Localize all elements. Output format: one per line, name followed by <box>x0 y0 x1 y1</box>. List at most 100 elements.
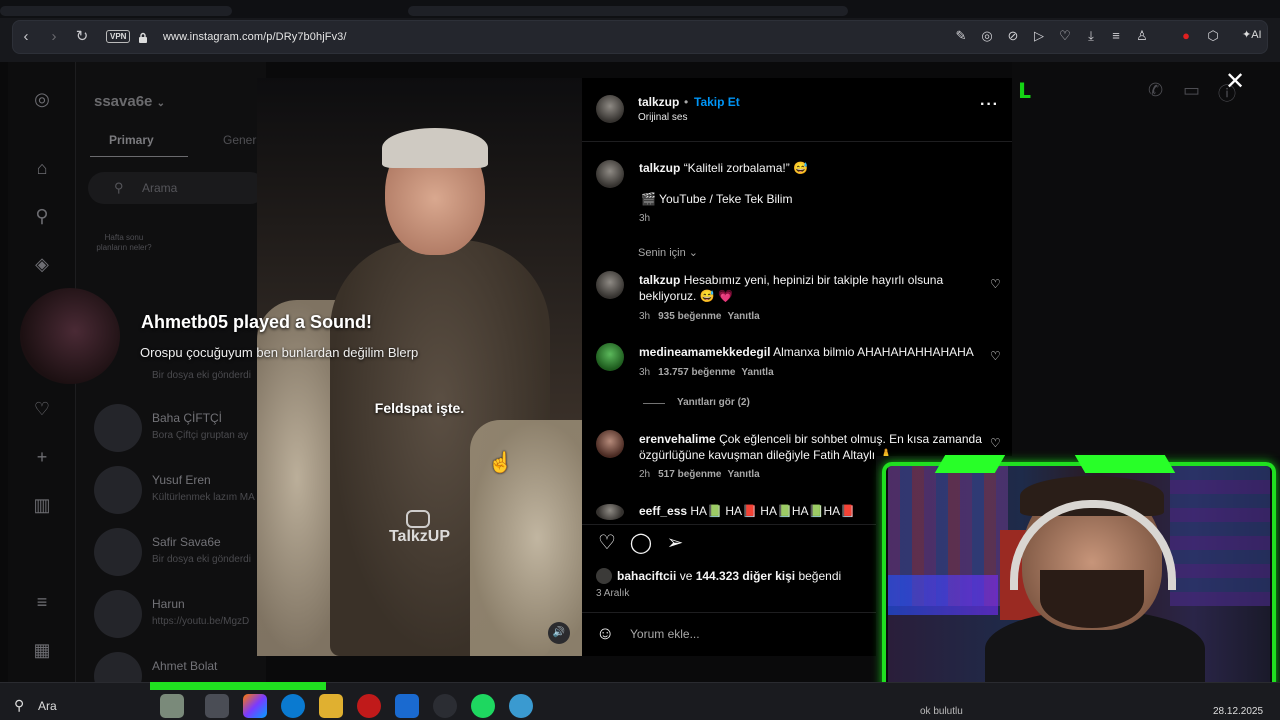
heart-icon[interactable]: ♡ <box>990 349 1001 363</box>
account-name[interactable]: ssava6e ⌄ <box>94 93 165 110</box>
app-icon[interactable] <box>509 694 533 718</box>
spotify-icon[interactable] <box>471 694 495 718</box>
likes-summary[interactable]: bahaciftcii ve 144.323 diğer kişi beğend… <box>617 569 841 583</box>
home-icon[interactable]: ⌂ <box>30 156 54 180</box>
video-watermark: TalkzUP <box>388 528 451 545</box>
dm-row[interactable]: Harun https://youtu.be/MgzD <box>90 588 270 642</box>
dm-message: Bir dosya eki gönderdi <box>152 554 251 565</box>
heart-icon[interactable]: ♡ <box>1057 28 1073 44</box>
back-icon[interactable]: ‹ <box>16 27 36 47</box>
dm-name: Safir Sava6e <box>152 535 221 549</box>
comment-username[interactable]: eeff_ess <box>639 504 687 518</box>
avatar[interactable] <box>596 430 624 458</box>
liked-by-mid: ve <box>676 569 696 583</box>
record-icon[interactable]: ● <box>1178 28 1194 44</box>
more-icon[interactable]: ··· <box>980 96 999 114</box>
avatar[interactable] <box>596 271 624 299</box>
reply-button[interactable]: Yanıtla <box>728 311 760 322</box>
search-icon[interactable]: ⚲ <box>14 697 24 714</box>
menu-icon[interactable]: ≡ <box>1108 28 1124 44</box>
liked-by-count[interactable]: 144.323 diğer kişi <box>696 569 795 583</box>
explore-icon[interactable]: ◈ <box>30 252 54 276</box>
comment-likes[interactable]: 13.757 beğenme <box>658 367 735 378</box>
close-icon[interactable]: ✕ <box>1225 70 1245 94</box>
extension-icon[interactable]: ⬡ <box>1205 28 1221 44</box>
follow-button[interactable]: Takip Et <box>694 95 740 109</box>
avatar <box>94 404 142 452</box>
avatar <box>94 590 142 638</box>
webcam-border <box>882 462 1276 696</box>
folder-icon[interactable] <box>319 694 343 718</box>
chevron-down-icon: ⌄ <box>688 247 698 259</box>
comment-likes[interactable]: 935 beğenme <box>658 311 721 322</box>
avatar[interactable] <box>596 504 624 520</box>
edge-icon[interactable] <box>281 694 305 718</box>
dashboard-icon[interactable]: ▥ <box>30 493 54 517</box>
reply-button[interactable]: Yanıtla <box>741 367 773 378</box>
browser-tab[interactable] <box>408 6 848 16</box>
instagram-logo-icon[interactable]: ◎ <box>30 87 54 111</box>
block-icon[interactable]: ⊘ <box>1005 28 1021 44</box>
comment-input[interactable]: Yorum ekle... <box>630 627 700 641</box>
video-call-icon[interactable]: ▭ <box>1183 80 1200 101</box>
avatar[interactable] <box>596 160 624 188</box>
webcam-frame-accent <box>1074 455 1176 473</box>
heart-icon[interactable]: ♡ <box>990 277 1001 291</box>
comment-likes[interactable]: 517 beğenme <box>658 469 721 480</box>
clock-date[interactable]: 28.12.2025 <box>1213 706 1263 717</box>
copilot-icon[interactable] <box>243 694 267 718</box>
sort-dropdown[interactable]: Senin için ⌄ <box>638 246 698 259</box>
ai-button[interactable]: ✦AI <box>1242 28 1262 41</box>
avatar <box>94 466 142 514</box>
reload-icon[interactable]: ↻ <box>72 27 92 47</box>
avatar[interactable] <box>596 343 624 371</box>
dm-name: Baha ÇİFTÇİ <box>152 411 223 425</box>
profile-icon[interactable]: ♙ <box>1134 28 1150 44</box>
account-name-label: ssava6e <box>94 93 153 110</box>
emoji-icon[interactable]: ☺ <box>596 623 614 644</box>
vpn-badge[interactable]: VPN <box>106 30 131 43</box>
weather-icon[interactable] <box>160 694 184 718</box>
opera-icon[interactable] <box>357 694 381 718</box>
share-icon[interactable]: ➢ <box>663 531 687 555</box>
post-header <box>582 78 1012 142</box>
task-view-icon[interactable] <box>205 694 229 718</box>
avatar[interactable] <box>596 95 624 123</box>
mail-icon[interactable] <box>395 694 419 718</box>
chatgpt-icon[interactable] <box>433 694 457 718</box>
search-icon[interactable]: ⚲ <box>30 204 54 228</box>
volume-icon[interactable]: 🔊 <box>548 622 570 644</box>
video-person-hair <box>382 128 488 168</box>
comment-username[interactable]: medineamamekkedegil <box>639 345 770 359</box>
caption-username[interactable]: talkzup <box>639 161 680 175</box>
tab-primary[interactable]: Primary <box>109 133 154 147</box>
more-menu-icon[interactable]: ≡ <box>30 590 54 614</box>
post-username[interactable]: talkzup <box>638 95 679 109</box>
notifications-heart-icon[interactable]: ♡ <box>30 397 54 421</box>
dm-row[interactable]: Baha ÇİFTÇİ Bora Çiftçi gruptan ay <box>90 402 270 456</box>
download-icon[interactable]: ⤓ <box>1083 28 1099 44</box>
dm-row[interactable]: Safir Sava6e Bir dosya eki gönderdi <box>90 526 270 580</box>
camera-icon[interactable]: ◎ <box>979 28 995 44</box>
audio-label[interactable]: Orijinal ses <box>638 112 687 123</box>
dm-row[interactable]: Bir dosya eki gönderdi <box>90 352 270 406</box>
apps-icon[interactable]: ▦ <box>30 638 54 662</box>
taskbar-search[interactable]: Ara <box>38 699 57 713</box>
browser-tab[interactable] <box>0 6 232 16</box>
reply-button[interactable]: Yanıtla <box>728 469 760 480</box>
comment-username[interactable]: erenvehalime <box>639 432 716 446</box>
phone-icon[interactable]: ✆ <box>1148 80 1163 101</box>
like-heart-icon[interactable]: ♡ <box>595 531 619 555</box>
create-icon[interactable]: + <box>30 445 54 469</box>
play-icon[interactable]: ▷ <box>1031 28 1047 44</box>
edit-icon[interactable]: ✎ <box>953 28 969 44</box>
comment-icon[interactable]: ◯ <box>629 531 653 555</box>
forward-icon[interactable]: › <box>44 27 64 47</box>
comment-username[interactable]: talkzup <box>639 273 680 287</box>
heart-icon[interactable]: ♡ <box>990 436 1001 450</box>
url-text[interactable]: www.instagram.com/p/DRy7b0hjFv3/ <box>163 31 347 43</box>
view-replies-button[interactable]: Yanıtları gör (2) <box>677 397 750 408</box>
liked-by-user[interactable]: bahaciftcii <box>617 569 676 583</box>
avatar <box>94 528 142 576</box>
dm-row[interactable]: Yusuf Eren Kültürlenmek lazım MA <box>90 464 270 518</box>
